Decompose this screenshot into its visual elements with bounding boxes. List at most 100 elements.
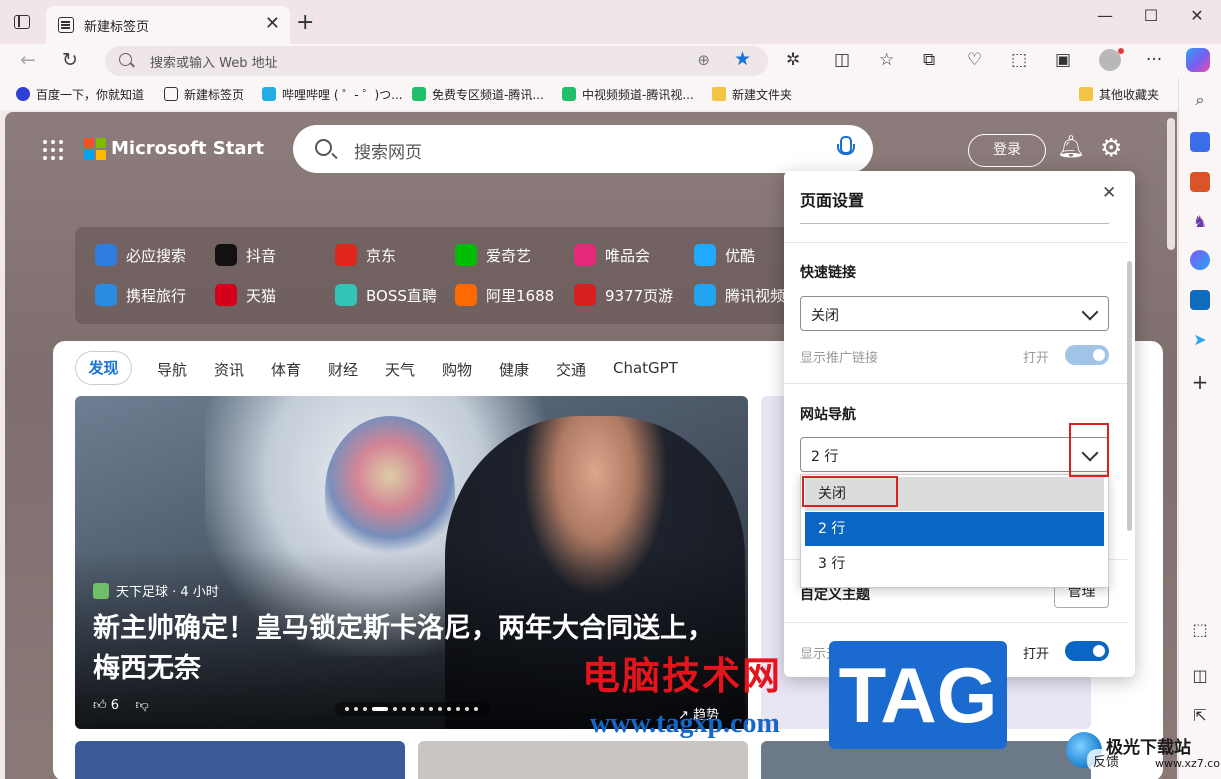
quick-link-bing[interactable]: 必应搜索: [95, 244, 186, 266]
tab-navigation[interactable]: 导航: [157, 359, 187, 380]
watermark-site-url: www.xz7.com: [1155, 757, 1221, 770]
workspaces-icon[interactable]: ▣: [1055, 50, 1071, 70]
page-scrollbar[interactable]: [1167, 118, 1175, 250]
quick-link-1688[interactable]: 阿里1688: [455, 284, 554, 306]
tab-finance[interactable]: 财经: [328, 359, 358, 380]
send-icon[interactable]: ➤: [1190, 330, 1210, 350]
back-icon[interactable]: ←: [20, 49, 36, 71]
quick-link-tmall[interactable]: 天猫: [215, 284, 276, 306]
add-sidebar-app-icon[interactable]: +: [1190, 372, 1210, 392]
baidu-paw-icon: [16, 87, 30, 101]
search-icon[interactable]: ⌕: [1190, 90, 1210, 110]
quick-link-jd[interactable]: 京东: [335, 244, 396, 266]
close-window-icon[interactable]: ✕: [1182, 6, 1212, 25]
page-settings-gear-icon[interactable]: ⚙: [1100, 133, 1122, 162]
weather-state: 打开: [1023, 647, 1050, 662]
quick-links-select[interactable]: 关闭: [800, 296, 1109, 331]
maximize-icon[interactable]: ☐: [1136, 6, 1166, 25]
tab-sports[interactable]: 体育: [271, 359, 301, 380]
copilot-icon[interactable]: [1186, 48, 1210, 72]
more-menu-icon[interactable]: ···: [1146, 50, 1162, 70]
tab-chatgpt[interactable]: ChatGPT: [613, 359, 678, 377]
panel-scrollbar[interactable]: [1127, 261, 1132, 531]
notification-bell-icon[interactable]: 🔔︎: [1057, 135, 1085, 160]
tab-news[interactable]: 资讯: [214, 359, 244, 380]
tab-health[interactable]: 健康: [499, 359, 529, 380]
hero-image-crest: [325, 416, 455, 566]
option-3-rows[interactable]: 3 行: [805, 547, 1104, 581]
browser-essentials-icon[interactable]: ♡: [967, 50, 982, 70]
quick-link-tencent-video[interactable]: 腾讯视频: [694, 284, 785, 306]
quick-link-boss[interactable]: BOSS直聘: [335, 284, 437, 306]
microphone-icon[interactable]: [837, 136, 855, 160]
screenshot-icon[interactable]: ⬚: [1011, 50, 1027, 70]
weather-toggle[interactable]: [1065, 641, 1109, 661]
favorite-star-icon[interactable]: ★: [734, 48, 751, 70]
quick-link-youku[interactable]: 优酷: [694, 244, 755, 266]
search-placeholder: 搜索网页: [354, 143, 422, 163]
tab-traffic[interactable]: 交通: [556, 359, 586, 380]
new-tab-button[interactable]: +: [296, 10, 314, 35]
open-external-icon[interactable]: ⇱: [1190, 706, 1210, 726]
promo-links-state: 打开: [1023, 351, 1050, 366]
option-2-rows[interactable]: 2 行: [805, 512, 1104, 546]
collections-icon[interactable]: ⧉: [923, 50, 935, 70]
tab-new-tab[interactable]: 新建标签页 ✕: [46, 6, 290, 44]
alibaba-1688-icon: [455, 284, 477, 306]
extensions-icon[interactable]: ✲: [786, 50, 800, 70]
close-tab-icon[interactable]: ✕: [265, 13, 280, 34]
highlight-chevron-box: [1069, 423, 1109, 477]
profile-avatar[interactable]: [1099, 48, 1124, 71]
quick-link-9377[interactable]: 9377页游: [574, 284, 673, 306]
site-nav-label: 网站导航: [800, 407, 856, 423]
shopping-tag-icon[interactable]: [1190, 132, 1210, 152]
bookmark-bilibili[interactable]: 哔哩哔哩 ( ゜- ゜)つ...: [262, 86, 403, 103]
refresh-icon[interactable]: ↻: [62, 49, 78, 71]
thumbs-down-icon[interactable]: 👎︎: [136, 698, 149, 713]
tools-briefcase-icon[interactable]: [1190, 172, 1210, 192]
tab-weather[interactable]: 天气: [385, 359, 415, 380]
address-bar[interactable]: 搜索或输入 Web 地址 ⊕ ★: [105, 46, 768, 76]
tencent-video-icon: [694, 284, 716, 306]
highlight-option-box: [802, 476, 898, 507]
close-icon[interactable]: ✕: [1102, 183, 1116, 203]
tab-title: 新建标签页: [84, 20, 150, 35]
bookmark-tencent-free[interactable]: 免费专区频道-腾讯...: [412, 86, 544, 103]
news-card[interactable]: [418, 741, 748, 779]
tab-discover[interactable]: 发现: [75, 351, 132, 385]
watermark-url: www.tagxp.com: [590, 708, 780, 739]
quick-link-iqiyi[interactable]: 爱奇艺: [455, 244, 531, 266]
quick-link-ctrip[interactable]: 携程旅行: [95, 284, 186, 306]
chevron-down-icon: [1081, 303, 1099, 321]
jd-icon: [335, 244, 357, 266]
zoom-icon[interactable]: ⊕: [697, 51, 710, 69]
split-screen-icon[interactable]: ◫: [834, 50, 850, 70]
carousel-pager[interactable]: [335, 702, 490, 716]
quick-link-vip[interactable]: 唯品会: [574, 244, 650, 266]
like-button[interactable]: 👍︎ 6 👎︎: [93, 698, 149, 713]
outlook-icon[interactable]: [1190, 290, 1210, 310]
bookmark-tencent-mid[interactable]: 中视频频道-腾讯视...: [562, 86, 694, 103]
favorites-icon[interactable]: ☆: [879, 50, 894, 70]
sidebar-layout-icon[interactable]: ◫: [1190, 666, 1210, 686]
promo-links-toggle[interactable]: [1065, 345, 1109, 365]
address-placeholder: 搜索或输入 Web 地址: [150, 56, 278, 71]
quick-link-douyin[interactable]: 抖音: [215, 244, 276, 266]
minimize-icon[interactable]: —: [1090, 6, 1120, 25]
iqiyi-icon: [455, 244, 477, 266]
microsoft-365-icon[interactable]: [1190, 250, 1210, 270]
login-button[interactable]: 登录: [968, 134, 1046, 167]
screenshot-sidebar-icon[interactable]: ⬚: [1190, 620, 1210, 640]
tab-shopping[interactable]: 购物: [442, 359, 472, 380]
bing-search-icon: [95, 244, 117, 266]
news-card[interactable]: [75, 741, 405, 779]
tab-actions-icon[interactable]: [14, 15, 30, 29]
site-nav-select[interactable]: 2 行: [800, 437, 1109, 472]
web-search-input[interactable]: 搜索网页: [293, 125, 873, 173]
bookmark-other-favorites[interactable]: 其他收藏夹: [1079, 86, 1159, 103]
bookmark-baidu[interactable]: 百度一下，你就知道: [16, 86, 144, 103]
games-chess-icon[interactable]: ♞: [1190, 212, 1210, 232]
bookmark-new-tab[interactable]: 新建标签页: [164, 86, 244, 103]
app-launcher-icon[interactable]: [43, 140, 63, 160]
bookmark-new-folder[interactable]: 新建文件夹: [712, 86, 792, 103]
